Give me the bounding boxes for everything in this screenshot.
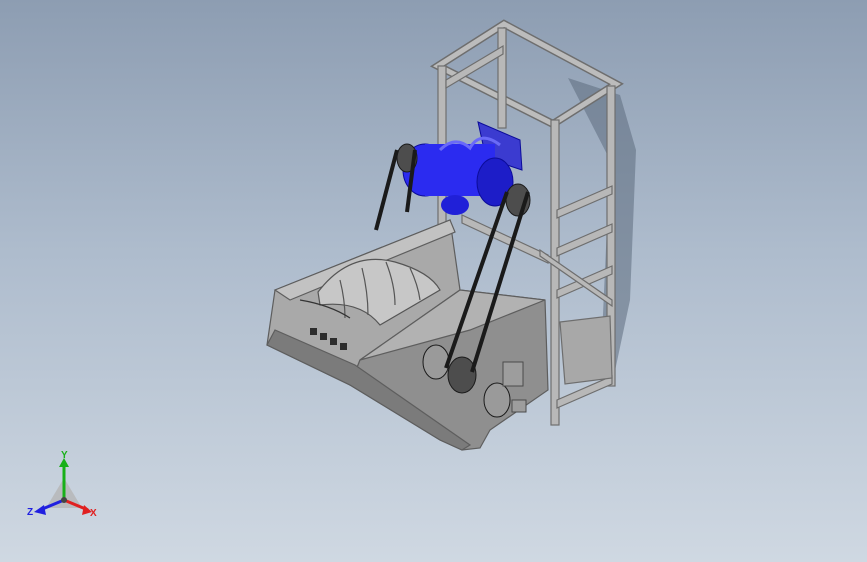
- z-axis-label: Z: [27, 507, 33, 518]
- axis-triad[interactable]: Y X Z: [26, 448, 106, 524]
- y-axis-label: Y: [61, 450, 68, 461]
- z-axis-arrow: [34, 505, 46, 515]
- 3d-viewport[interactable]: Y X Z: [0, 0, 867, 562]
- hopper-housing[interactable]: [266, 219, 549, 451]
- x-axis-label: X: [90, 508, 97, 519]
- triad-origin: [61, 497, 67, 503]
- crusher-assembly-model[interactable]: [0, 0, 867, 562]
